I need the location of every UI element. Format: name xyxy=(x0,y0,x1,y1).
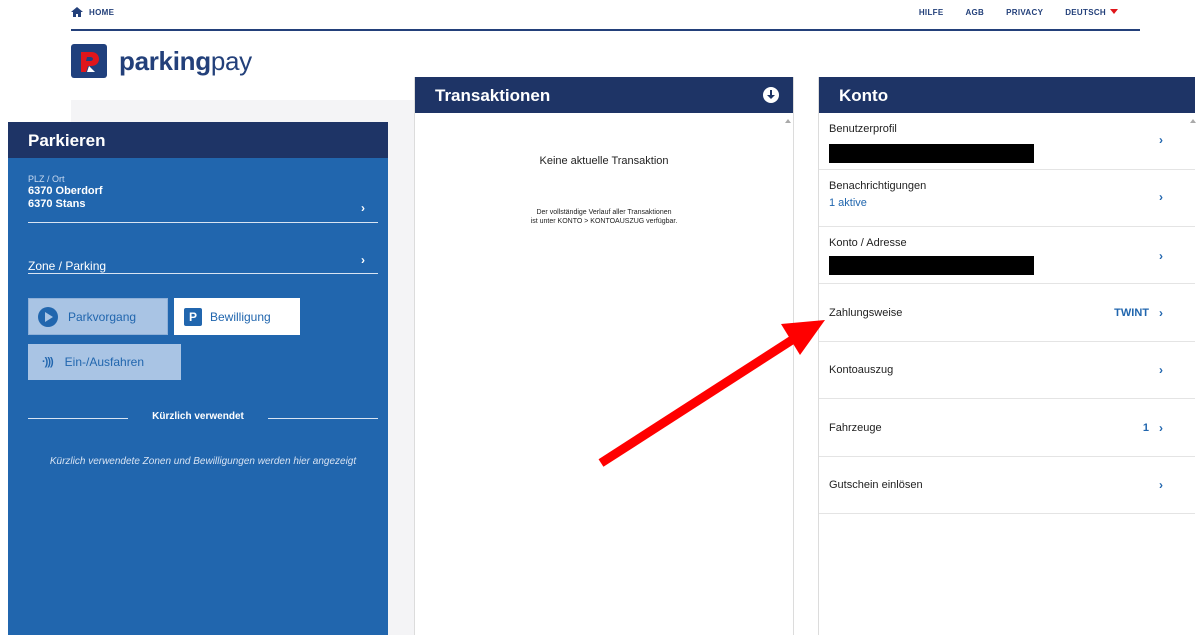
transaktionen-header: Transaktionen xyxy=(415,77,793,113)
chevron-right-icon[interactable]: › xyxy=(361,201,365,215)
parking-p-icon: P xyxy=(184,307,202,326)
bewilligung-label: Bewilligung xyxy=(210,309,271,324)
zone-parking-field[interactable]: Zone / Parking xyxy=(28,259,106,273)
top-navigation: HOME HILFE AGB PRIVACY DEUTSCH xyxy=(71,0,1140,31)
konto-row-kontoauszug[interactable]: Kontoauszug › xyxy=(819,342,1195,399)
transaktionen-panel: Transaktionen Keine aktuelle Transaktion… xyxy=(414,77,794,635)
chevron-right-icon: › xyxy=(1159,478,1163,492)
konto-row-benutzerprofil[interactable]: Benutzerprofil › xyxy=(819,113,1195,170)
redacted-value xyxy=(829,256,1034,275)
konto-row-benachrichtigungen[interactable]: Benachrichtigungen 1 aktive › xyxy=(819,170,1195,227)
row-title: Konto / Adresse xyxy=(829,237,907,249)
logo-text: parkingpay xyxy=(119,46,252,77)
konto-row-gutschein[interactable]: Gutschein einlösen › xyxy=(819,457,1195,514)
chevron-right-icon: › xyxy=(1159,133,1163,147)
help-link[interactable]: HILFE xyxy=(919,8,944,17)
ein-ausfahren-label: Ein-/Ausfahren xyxy=(64,355,145,369)
logo-text-light: pay xyxy=(210,45,252,76)
language-label: DEUTSCH xyxy=(1065,8,1106,17)
row-value: 1 xyxy=(1142,422,1149,434)
play-icon xyxy=(38,306,58,327)
parkieren-panel: Parkieren PLZ / Ort 6370 Oberdorf 6370 S… xyxy=(8,122,388,635)
konto-title: Konto xyxy=(819,77,1195,113)
location-label: PLZ / Ort xyxy=(28,174,65,184)
parkvorgang-button[interactable]: Parkvorgang xyxy=(28,298,168,335)
recent-placeholder-text: Kürzlich verwendete Zonen und Bewilligun… xyxy=(49,456,357,467)
location-value-1[interactable]: 6370 Oberdorf xyxy=(28,185,103,197)
divider xyxy=(28,273,378,274)
ein-ausfahren-button[interactable]: ·))) Ein-/Ausfahren xyxy=(28,344,181,380)
language-select[interactable]: DEUTSCH xyxy=(1065,8,1118,17)
konto-row-fahrzeuge[interactable]: Fahrzeuge 1 › xyxy=(819,399,1195,457)
privacy-link[interactable]: PRIVACY xyxy=(1006,8,1043,17)
row-title: Fahrzeuge xyxy=(829,422,882,434)
divider xyxy=(28,222,378,223)
scrollbar-up-icon[interactable] xyxy=(785,119,791,123)
row-title: Benutzerprofil xyxy=(829,123,897,135)
chevron-right-icon: › xyxy=(1159,249,1163,263)
parkingpay-logo-icon xyxy=(71,44,107,78)
home-icon xyxy=(71,7,83,17)
logo-text-bold: parking xyxy=(119,45,211,76)
chevron-right-icon: › xyxy=(1159,190,1163,204)
home-link[interactable]: HOME xyxy=(71,7,114,17)
parkvorgang-label: Parkvorgang xyxy=(68,309,137,324)
chevron-right-icon[interactable]: › xyxy=(361,253,365,267)
transaktionen-title: Transaktionen xyxy=(435,86,551,105)
chevron-right-icon: › xyxy=(1159,363,1163,377)
recent-title: Kürzlich verwendet xyxy=(152,411,244,422)
redacted-value xyxy=(829,144,1034,163)
chevron-right-icon: › xyxy=(1159,421,1163,435)
row-title: Zahlungsweise xyxy=(829,307,903,319)
row-value: TWINT xyxy=(1114,307,1149,319)
top-links: HILFE AGB PRIVACY DEUTSCH xyxy=(919,8,1118,17)
konto-panel: Konto Benutzerprofil › Benachrichtigunge… xyxy=(818,77,1197,635)
divider xyxy=(268,418,378,419)
history-note-line-1: Der vollständige Verlauf aller Transakti… xyxy=(536,209,672,216)
no-transaction-text: Keine aktuelle Transaktion xyxy=(539,155,669,167)
history-note: Der vollständige Verlauf aller Transakti… xyxy=(415,208,793,226)
location-value-2[interactable]: 6370 Stans xyxy=(28,198,85,210)
row-title: Kontoauszug xyxy=(829,364,894,376)
home-label: HOME xyxy=(89,7,115,17)
parkieren-title: Parkieren xyxy=(8,122,388,158)
history-note-line-2: ist unter KONTO > KONTOAUSZUG verfügbar. xyxy=(530,218,678,225)
bewilligung-button[interactable]: P Bewilligung xyxy=(174,298,300,335)
row-subtitle: 1 aktive xyxy=(829,197,867,209)
konto-row-adresse[interactable]: Konto / Adresse › xyxy=(819,227,1195,284)
agb-link[interactable]: AGB xyxy=(965,8,984,17)
row-title: Benachrichtigungen xyxy=(829,180,927,192)
konto-row-zahlungsweise[interactable]: Zahlungsweise TWINT › xyxy=(819,284,1195,342)
caret-down-icon xyxy=(1110,9,1118,14)
download-icon[interactable] xyxy=(763,87,779,103)
logo[interactable]: parkingpay xyxy=(71,44,252,78)
row-title: Gutschein einlösen xyxy=(829,479,923,491)
divider xyxy=(28,418,128,419)
chevron-right-icon: › xyxy=(1159,306,1163,320)
signal-icon: ·))) xyxy=(42,356,54,368)
